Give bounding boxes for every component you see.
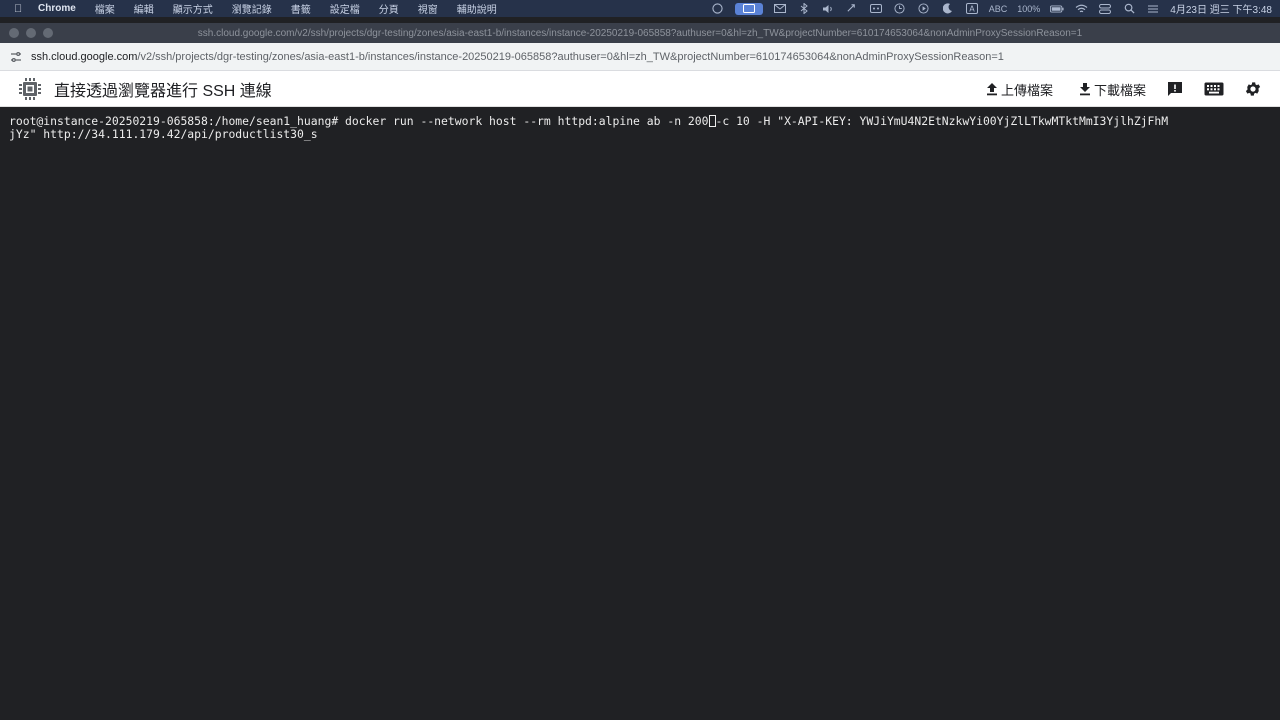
address-bar[interactable]: ssh.cloud.google.com/v2/ssh/projects/dgr… xyxy=(0,43,1280,71)
menu-file[interactable]: 檔案 xyxy=(95,1,115,16)
screen-time-icon[interactable] xyxy=(711,3,725,15)
macos-menu-bar:  Chrome 檔案 編輯 顯示方式 瀏覽記錄 書籤 設定檔 分頁 視窗 輔助… xyxy=(0,0,1280,17)
window-title: ssh.cloud.google.com/v2/ssh/projects/dgr… xyxy=(197,27,1083,39)
menu-edit[interactable]: 編輯 xyxy=(134,1,154,16)
menu-app-chrome[interactable]: Chrome xyxy=(38,3,76,14)
download-file-label: 下載檔案 xyxy=(1093,82,1146,98)
upload-file-label: 上傳檔案 xyxy=(1000,82,1053,98)
upload-icon xyxy=(986,83,997,96)
input-method-label[interactable]: ABC xyxy=(989,4,1008,14)
mail-icon[interactable] xyxy=(773,3,787,15)
spotlight-search-icon[interactable] xyxy=(1122,3,1136,15)
keyboard-button[interactable] xyxy=(1204,82,1224,96)
site-info-icon[interactable] xyxy=(9,51,23,63)
menu-window[interactable]: 視窗 xyxy=(418,1,438,16)
ssh-toolbar: 上傳檔案 下載檔案 xyxy=(960,71,1262,107)
gear-icon xyxy=(1245,82,1261,96)
feedback-icon xyxy=(1168,82,1182,96)
compute-engine-chip-icon xyxy=(19,77,41,100)
wifi-icon[interactable] xyxy=(1074,3,1088,15)
menu-bar-clock[interactable]: 4月23日 週三 下午3:48 xyxy=(1170,1,1272,16)
apple-icon[interactable]:  xyxy=(14,3,26,15)
volume-icon[interactable] xyxy=(821,3,835,15)
bluetooth-icon[interactable] xyxy=(797,3,811,15)
input-method-icon[interactable]: A xyxy=(965,3,979,15)
ssh-header: 直接透過瀏覽器進行 SSH 連線 上傳檔案 下載檔案 xyxy=(0,71,1280,107)
ssh-page-title: 直接透過瀏覽器進行 SSH 連線 xyxy=(54,82,272,100)
settings-button[interactable] xyxy=(1244,80,1262,98)
battery-percentage: 100% xyxy=(1017,3,1041,14)
terminal[interactable]: root@instance-20250219-065858:/home/sean… xyxy=(0,107,1280,720)
notification-center-icon[interactable] xyxy=(1146,3,1160,15)
menu-profiles[interactable]: 設定檔 xyxy=(330,1,360,16)
password-icon[interactable] xyxy=(869,3,883,15)
terminal-line-wrapped: jYz" http://34.111.179.42/api/productlis… xyxy=(9,127,318,141)
terminal-command-text: root@instance-20250219-065858:/home/sean… xyxy=(9,114,709,128)
terminal-cursor xyxy=(708,115,716,127)
download-file-button[interactable]: 下載檔案 xyxy=(1079,80,1146,99)
menu-bookmarks[interactable]: 書籤 xyxy=(291,1,311,16)
url-host: ssh.cloud.google.com xyxy=(31,50,138,63)
battery-icon[interactable] xyxy=(1050,3,1064,15)
screen-recording-icon[interactable] xyxy=(734,2,763,15)
upload-file-button[interactable]: 上傳檔案 xyxy=(986,80,1053,99)
play-icon[interactable] xyxy=(917,3,931,15)
menu-bar-status-area: A ABC 100% 4月23日 週三 下午3:48 xyxy=(711,0,1272,17)
menu-view[interactable]: 顯示方式 xyxy=(173,1,213,16)
menu-history[interactable]: 瀏覽記錄 xyxy=(232,1,272,16)
window-title-bar: ssh.cloud.google.com/v2/ssh/projects/dgr… xyxy=(0,23,1280,43)
feedback-button[interactable] xyxy=(1166,80,1184,98)
terminal-command-text-continued: -c 10 -H "X-API-KEY: YWJiYmU4N2EtNzkwYi0… xyxy=(715,114,1169,128)
url-text[interactable]: ssh.cloud.google.com/v2/ssh/projects/dgr… xyxy=(31,51,1004,63)
keyboard-icon xyxy=(1204,82,1224,96)
control-center-icon[interactable] xyxy=(1098,3,1112,15)
menu-tabs[interactable]: 分頁 xyxy=(379,1,399,16)
sync-icon[interactable] xyxy=(845,3,859,15)
menu-help[interactable]: 輔助說明 xyxy=(457,1,497,16)
clock-icon[interactable] xyxy=(893,3,907,15)
download-icon xyxy=(1079,83,1090,96)
svg-text:A: A xyxy=(969,5,975,14)
url-path: /v2/ssh/projects/dgr-testing/zones/asia-… xyxy=(137,50,1004,63)
do-not-disturb-icon[interactable] xyxy=(941,3,955,15)
